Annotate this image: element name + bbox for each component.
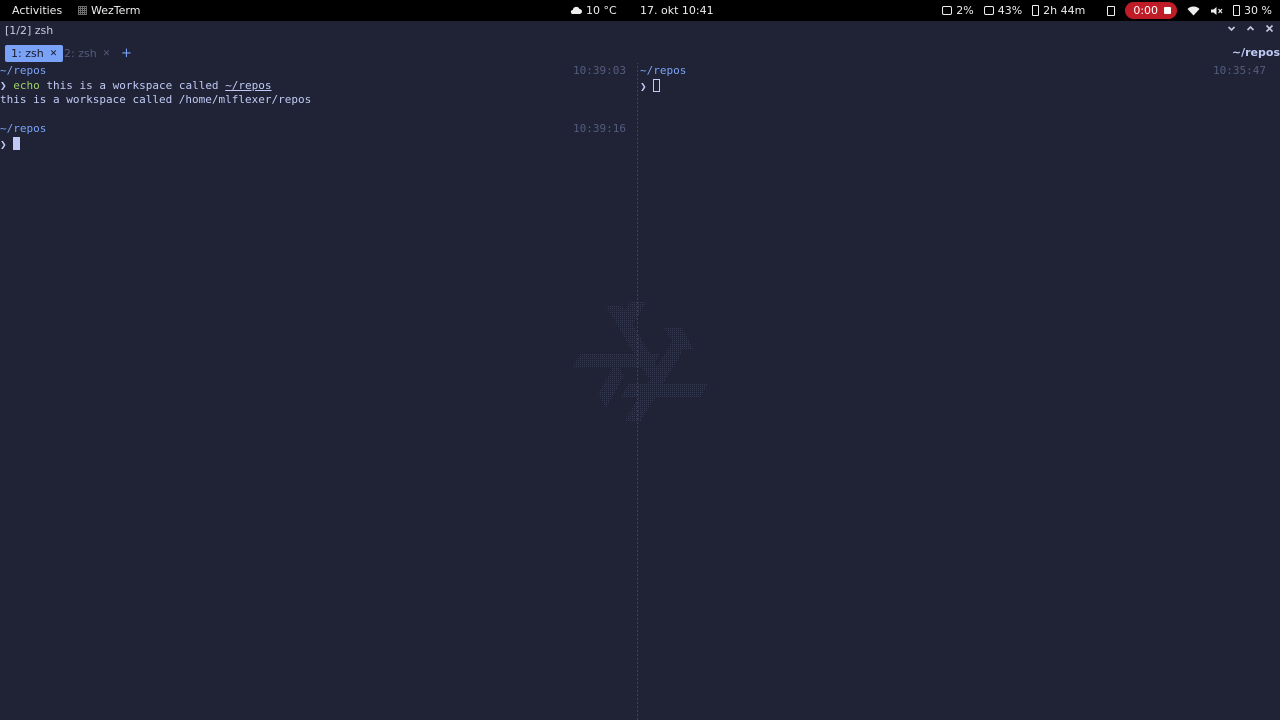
prompt-symbol: ❯ bbox=[0, 138, 7, 151]
tab-label: 2: zsh bbox=[64, 47, 97, 60]
cpu-icon bbox=[942, 6, 953, 15]
cloud-icon bbox=[570, 6, 582, 15]
app-menu[interactable]: WezTerm bbox=[78, 4, 140, 17]
left-terminal-pane[interactable]: ~/repos 10:39:03 ❯ echo this is a worksp… bbox=[0, 63, 637, 720]
new-tab-button[interactable]: + bbox=[121, 45, 132, 62]
prompt-timestamp: 10:39:03 bbox=[573, 64, 626, 77]
battery-time-label: 2h 44m bbox=[1043, 4, 1086, 17]
prompt-timestamp: 10:39:16 bbox=[573, 122, 626, 135]
tab-label: 1: zsh bbox=[11, 47, 44, 60]
right-terminal-pane[interactable]: ~/repos 10:35:47 ❯ bbox=[640, 63, 1280, 720]
weather-indicator[interactable]: 10 °C bbox=[570, 4, 617, 17]
close-tab-icon[interactable]: ✕ bbox=[50, 49, 58, 59]
terminal-cursor bbox=[13, 137, 21, 150]
system-top-bar: Activities WezTerm 10 °C 17. okt 10:41 2… bbox=[0, 0, 1280, 21]
prompt-timestamp: 10:35:47 bbox=[1213, 64, 1266, 77]
wifi-icon[interactable] bbox=[1187, 6, 1200, 16]
window-title: [1/2] zsh bbox=[5, 24, 54, 37]
tab-bar: 1: zsh ✕ 2: zsh ✕ + ~/repos bbox=[0, 44, 1280, 63]
battery-percent-label: 30 % bbox=[1244, 4, 1272, 17]
clipboard-icon[interactable] bbox=[1107, 5, 1116, 16]
nixos-logo-watermark bbox=[572, 302, 708, 422]
prompt-symbol: ❯ bbox=[0, 79, 7, 92]
maximize-icon[interactable] bbox=[1246, 24, 1255, 33]
command-arg-path: ~/repos bbox=[225, 79, 272, 92]
volume-muted-icon[interactable] bbox=[1210, 6, 1223, 16]
battery-small-icon bbox=[1032, 5, 1040, 16]
workspace-name: ~/repos bbox=[1231, 46, 1280, 59]
command-output: this is a workspace called /home/mlflexe… bbox=[0, 93, 312, 106]
window-controls bbox=[1227, 24, 1274, 33]
prompt-symbol: ❯ bbox=[640, 80, 647, 93]
command-args: this is a workspace called bbox=[39, 79, 226, 92]
battery-time-indicator[interactable]: 2h 44m bbox=[1032, 4, 1085, 17]
tab-1-zsh[interactable]: 1: zsh ✕ bbox=[5, 45, 64, 62]
recording-time: 0:00 bbox=[1133, 4, 1159, 17]
app-name-label: WezTerm bbox=[91, 4, 141, 17]
clock[interactable]: 17. okt 10:41 bbox=[640, 4, 714, 17]
tab-2-zsh[interactable]: 2: zsh ✕ bbox=[58, 45, 116, 62]
prompt-path: ~/repos bbox=[640, 64, 687, 77]
cpu-label: 2% bbox=[956, 4, 974, 17]
memory-icon bbox=[983, 6, 994, 15]
screen-recording-indicator[interactable]: 0:00 bbox=[1125, 2, 1178, 19]
terminal-cursor-inactive bbox=[653, 79, 661, 92]
memory-label: 43% bbox=[997, 4, 1023, 17]
command-name: echo bbox=[13, 79, 40, 92]
wezterm-icon bbox=[78, 6, 87, 15]
weather-label: 10 °C bbox=[586, 4, 617, 17]
battery-indicator[interactable]: 30 % bbox=[1233, 4, 1272, 17]
cpu-indicator[interactable]: 2% bbox=[942, 4, 974, 17]
battery-icon bbox=[1233, 5, 1241, 16]
close-window-icon[interactable] bbox=[1265, 24, 1274, 33]
prompt-path: ~/repos bbox=[0, 64, 47, 77]
close-tab-icon[interactable]: ✕ bbox=[103, 49, 111, 59]
prompt-path: ~/repos bbox=[0, 122, 47, 135]
minimize-icon[interactable] bbox=[1227, 24, 1236, 33]
system-tray: 2% 43% 2h 44m 0:00 30 % bbox=[942, 2, 1272, 19]
memory-indicator[interactable]: 43% bbox=[983, 4, 1023, 17]
activities-button[interactable]: Activities bbox=[12, 4, 62, 17]
stop-recording-icon[interactable] bbox=[1164, 7, 1172, 14]
